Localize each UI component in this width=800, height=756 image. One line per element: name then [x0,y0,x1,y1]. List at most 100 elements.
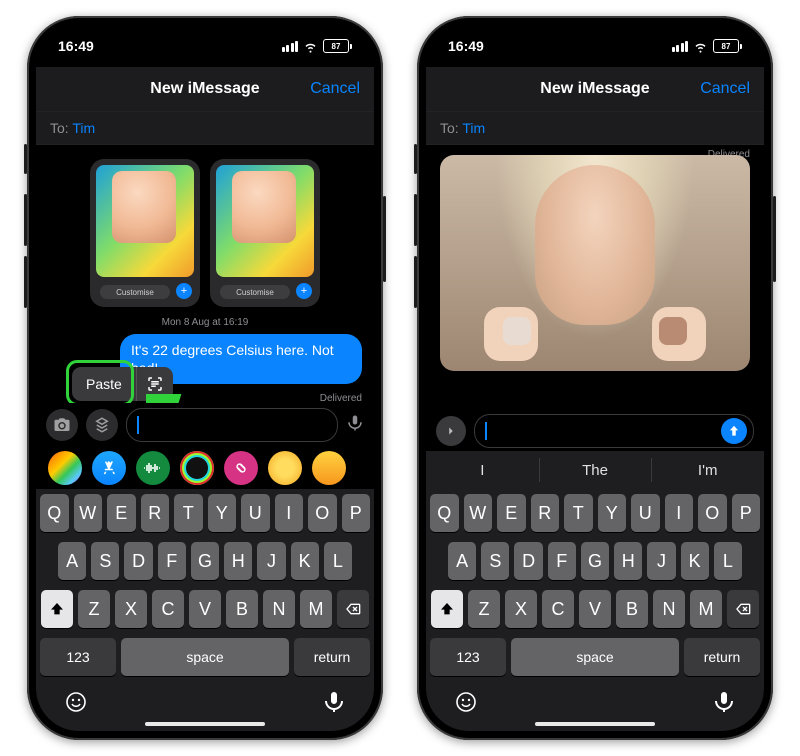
key-v[interactable]: V [189,590,221,628]
key-w[interactable]: W [464,494,493,532]
shift-key[interactable] [431,590,463,628]
key-h[interactable]: H [614,542,642,580]
key-a[interactable]: A [448,542,476,580]
scan-text-icon[interactable] [137,375,173,393]
key-y[interactable]: Y [208,494,237,532]
conversation-area[interactable]: Customise + Customise + Mon 8 Aug at 16:… [36,145,374,403]
key-o[interactable]: O [308,494,337,532]
key-n[interactable]: N [653,590,685,628]
space-key[interactable]: space [121,638,289,676]
key-a[interactable]: A [58,542,86,580]
key-z[interactable]: Z [468,590,500,628]
key-i[interactable]: I [665,494,694,532]
emoji-key[interactable] [454,690,478,719]
key-m[interactable]: M [300,590,332,628]
dictate-key[interactable] [322,690,346,719]
home-indicator[interactable] [535,722,655,726]
key-t[interactable]: T [174,494,203,532]
message-input[interactable] [474,414,754,448]
key-s[interactable]: S [481,542,509,580]
customise-button[interactable]: Customise [220,285,290,299]
key-s[interactable]: S [91,542,119,580]
key-o[interactable]: O [698,494,727,532]
expand-apps-button[interactable] [436,416,466,446]
key-m[interactable]: M [690,590,722,628]
keyboard[interactable]: Q W E R T Y U I O P A S D F G H [36,489,374,731]
key-u[interactable]: U [241,494,270,532]
extra-app-icon[interactable] [312,451,346,485]
key-x[interactable]: X [505,590,537,628]
emoji-key[interactable] [64,690,88,719]
plus-icon[interactable]: + [176,283,192,299]
shift-key[interactable] [41,590,73,628]
prediction[interactable]: The [539,451,652,489]
backspace-key[interactable] [727,590,759,628]
key-d[interactable]: D [514,542,542,580]
cancel-button[interactable]: Cancel [310,80,360,98]
key-l[interactable]: L [324,542,352,580]
fitness-app-icon[interactable] [180,451,214,485]
key-q[interactable]: Q [430,494,459,532]
memoji-app-icon[interactable] [268,451,302,485]
key-j[interactable]: J [647,542,675,580]
shazam-app-icon[interactable] [224,451,258,485]
backspace-key[interactable] [337,590,369,628]
key-d[interactable]: D [124,542,152,580]
to-field[interactable]: To: Tim [36,112,374,145]
attachment-thumb[interactable]: Customise + [210,159,320,307]
imessage-app-strip[interactable] [36,447,374,489]
appstore-app-icon[interactable] [92,451,126,485]
key-r[interactable]: R [531,494,560,532]
key-f[interactable]: F [158,542,186,580]
home-indicator[interactable] [145,722,265,726]
key-z[interactable]: Z [78,590,110,628]
conversation-area[interactable]: Delivered [426,145,764,411]
key-r[interactable]: R [141,494,170,532]
dictate-icon[interactable] [346,412,364,439]
key-c[interactable]: C [152,590,184,628]
key-f[interactable]: F [548,542,576,580]
key-y[interactable]: Y [598,494,627,532]
paste-button[interactable]: Paste [72,367,137,401]
key-p[interactable]: P [342,494,371,532]
return-key[interactable]: return [294,638,370,676]
key-b[interactable]: B [616,590,648,628]
space-key[interactable]: space [511,638,679,676]
key-w[interactable]: W [74,494,103,532]
numbers-key[interactable]: 123 [430,638,506,676]
to-field[interactable]: To: Tim [426,112,764,145]
key-g[interactable]: G [581,542,609,580]
key-l[interactable]: L [714,542,742,580]
cancel-button[interactable]: Cancel [700,80,750,98]
attachment-thumb[interactable]: Customise + [90,159,200,307]
key-g[interactable]: G [191,542,219,580]
key-k[interactable]: K [681,542,709,580]
audio-app-icon[interactable] [136,451,170,485]
send-button[interactable] [721,418,747,444]
key-b[interactable]: B [226,590,258,628]
key-v[interactable]: V [579,590,611,628]
dictate-key[interactable] [712,690,736,719]
prediction[interactable]: I'm [651,451,764,489]
camera-button[interactable] [46,409,78,441]
key-n[interactable]: N [263,590,295,628]
return-key[interactable]: return [684,638,760,676]
message-input[interactable] [126,408,338,442]
key-i[interactable]: I [275,494,304,532]
key-h[interactable]: H [224,542,252,580]
key-e[interactable]: E [497,494,526,532]
prediction[interactable]: I [426,451,539,489]
key-t[interactable]: T [564,494,593,532]
numbers-key[interactable]: 123 [40,638,116,676]
key-c[interactable]: C [542,590,574,628]
key-q[interactable]: Q [40,494,69,532]
key-x[interactable]: X [115,590,147,628]
key-j[interactable]: J [257,542,285,580]
key-e[interactable]: E [107,494,136,532]
paste-menu[interactable]: Paste [72,367,173,401]
keyboard[interactable]: I The I'm Q W E R T Y U I O P A [426,451,764,731]
key-p[interactable]: P [732,494,761,532]
photos-app-icon[interactable] [48,451,82,485]
apps-button[interactable] [86,409,118,441]
key-k[interactable]: K [291,542,319,580]
